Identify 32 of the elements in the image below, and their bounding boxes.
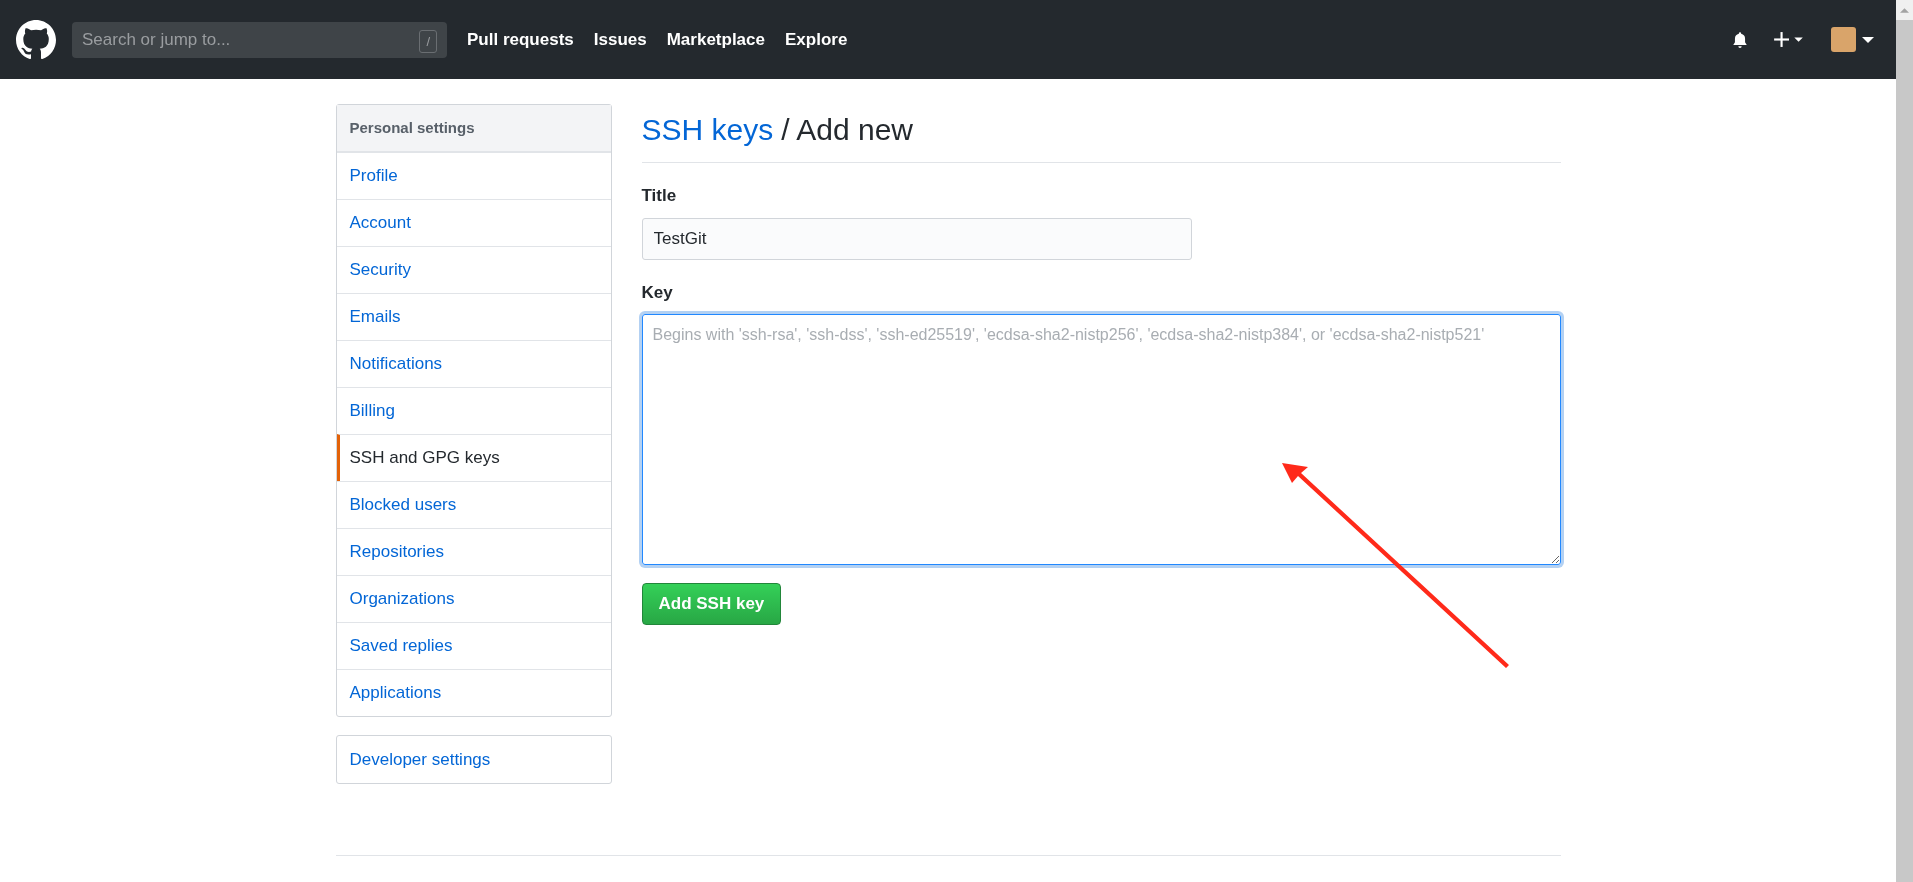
title-field[interactable]: TestGit <box>641 217 1192 260</box>
nav-link[interactable]: Pull requests <box>467 26 574 53</box>
menu-item[interactable]: Profile <box>336 152 611 199</box>
breadcrumb-link[interactable]: SSH keys <box>641 107 774 152</box>
octocat-logo[interactable] <box>16 19 56 60</box>
menu-item[interactable]: Billing <box>336 387 611 434</box>
nav-link[interactable]: Issues <box>593 26 647 53</box>
field-label: Title <box>641 185 678 207</box>
menu-heading: Personal settings <box>336 105 611 152</box>
nav-link[interactable]: Explore <box>785 26 848 53</box>
menu-item[interactable]: Organizations <box>336 575 611 622</box>
menu-item[interactable]: Repositories <box>336 528 611 575</box>
avatar-dropdown[interactable] <box>1831 27 1874 52</box>
key-field[interactable]: Begins with 'ssh-rsa', 'ssh-dss', 'ssh-ed25519', 'ecdsa-sha2-nistp256', 'ecdsa-sha2-nistp384', or 'ecdsa-sha2-nistp521' <box>641 314 1561 565</box>
menu-item[interactable]: Blocked users <box>336 481 611 528</box>
menu-item[interactable]: Saved replies <box>336 622 611 669</box>
menu-item[interactable]: Notifications <box>336 340 611 387</box>
avatar-placeholder <box>1831 27 1856 52</box>
menu-item[interactable]: Security <box>336 246 611 293</box>
menu-item[interactable]: Emails <box>336 293 611 340</box>
bell-icon[interactable] <box>1731 29 1749 50</box>
field-label: Key <box>641 281 674 304</box>
scrollbar[interactable] <box>1896 0 1913 882</box>
shortcut-key: / <box>419 29 437 53</box>
plus-dropdown-icon[interactable] <box>1773 31 1805 48</box>
menu-item[interactable]: SSH and GPG keys <box>336 434 611 481</box>
developer-settings-link[interactable]: Developer settings <box>335 735 612 784</box>
nav-link[interactable]: Marketplace <box>666 26 765 53</box>
page-title: / Add new <box>781 112 913 148</box>
caret-icon <box>1862 36 1874 43</box>
menu-item[interactable]: Account <box>336 199 611 246</box>
menu-item[interactable]: Applications <box>336 669 611 716</box>
